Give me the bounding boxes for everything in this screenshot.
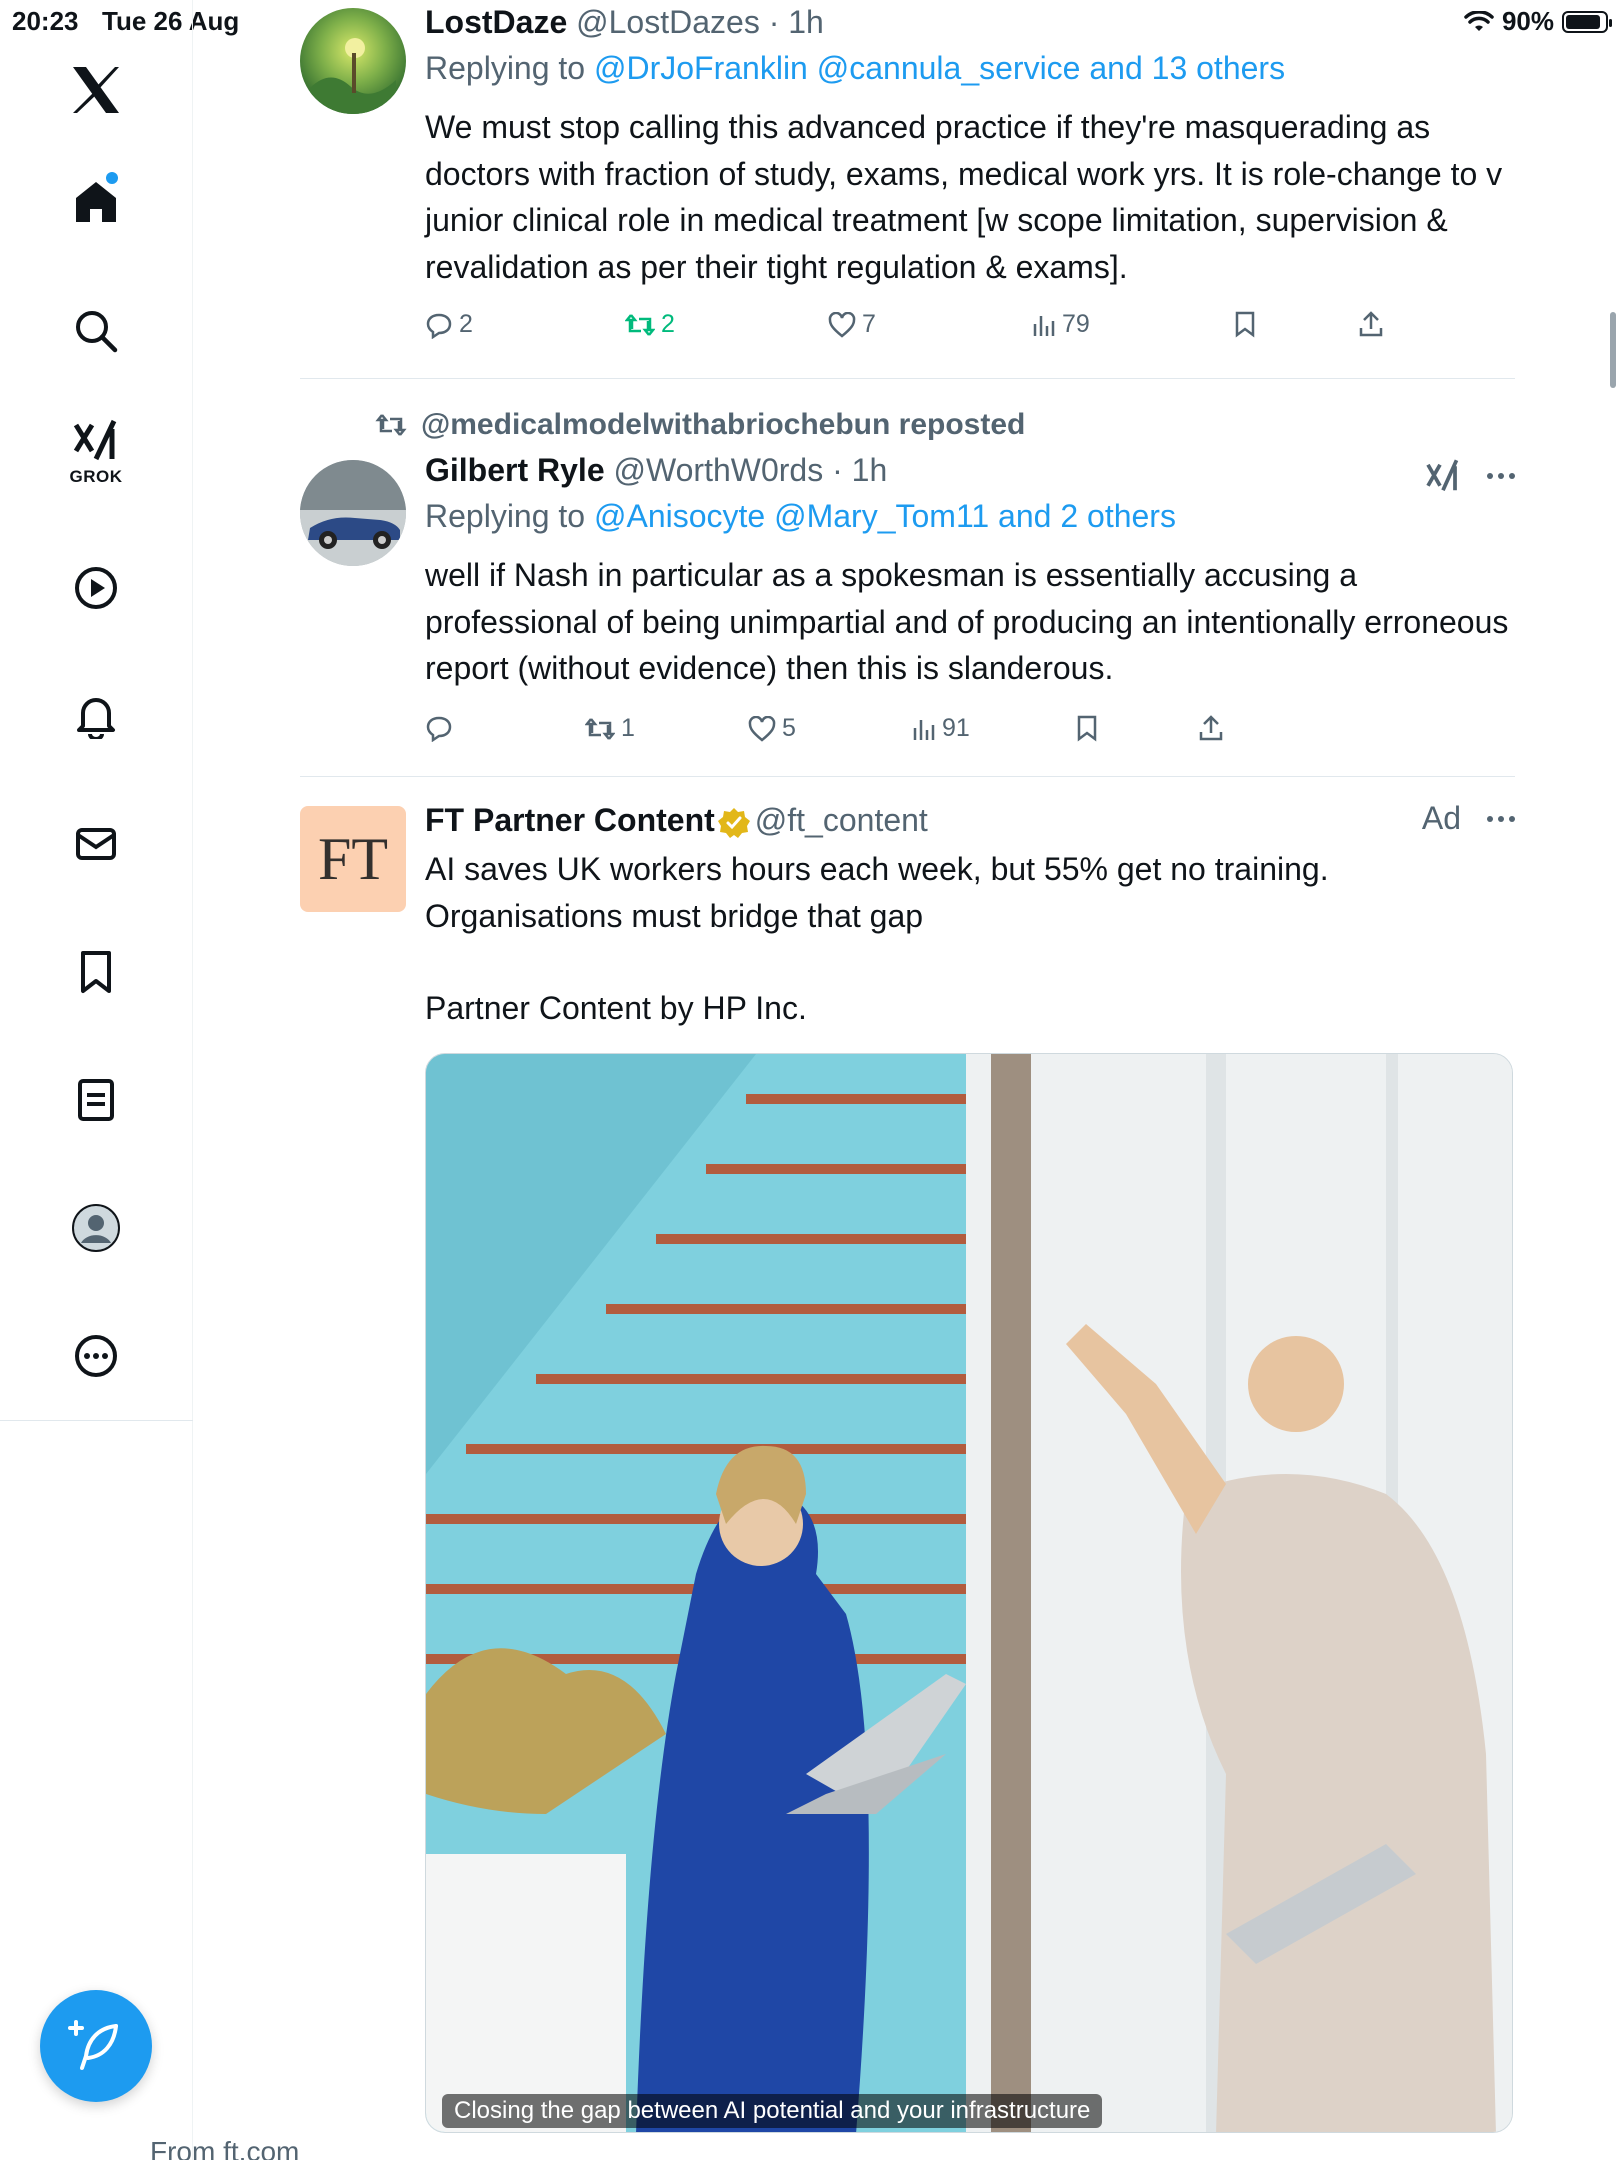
share-button[interactable] [1358,310,1384,338]
bookmark-icon [1235,311,1255,338]
ad-header: FT Partner Content @ft_content [425,798,1515,842]
verified-gold-badge-icon [717,807,750,838]
bookmark-button[interactable] [1075,714,1099,742]
tweet-actions: 1 5 91 [425,714,1515,754]
ad-text-line3: Partner Content by HP Inc. [425,990,807,1026]
tweet-text: We must stop calling this advanced pract… [425,109,1503,285]
like-count: 5 [782,714,796,742]
home-icon[interactable] [46,152,146,252]
scrollbar[interactable] [1610,312,1616,388]
reply-mentions[interactable]: @Anisocyte @Mary_Tom11 and 2 others [594,498,1176,534]
replying-to: Replying to @DrJoFranklin @cannula_servi… [425,46,1515,90]
ad-tweet[interactable]: FT Partner Content @ft_content AI saves U… [425,798,1515,1032]
tweet-divider [300,776,1515,777]
ft-logo-avatar[interactable]: FT [300,806,406,912]
more-icon[interactable] [46,1306,146,1406]
like-button[interactable]: 7 [828,310,876,339]
sidebar-divider [0,1420,193,1421]
heart-icon [828,311,856,338]
tweet-actions: 2 2 7 79 [425,310,1515,350]
avatar[interactable] [300,460,406,566]
ad-text-line2: Organisations must bridge that gap [425,897,924,934]
bookmark-button[interactable] [1233,310,1257,338]
tweet-header: Gilbert Ryle @WorthW0rds · 1h [425,448,1515,492]
replying-to-prefix: Replying to [425,498,594,534]
like-button[interactable]: 5 [748,714,796,743]
tweet-top-right [1425,458,1515,494]
repost-count: 1 [621,714,635,742]
heart-icon [748,715,776,742]
author-handle[interactable]: @LostDazes [576,4,760,40]
ad-media-image[interactable]: Closing the gap between AI potential and… [425,1053,1513,2133]
reply-button[interactable]: 2 [425,310,473,339]
grok-icon[interactable]: GROK [46,403,146,503]
author-name[interactable]: LostDaze [425,4,567,40]
timeline: LostDaze @LostDazes · 1h Replying to @Dr… [300,0,1515,2160]
views-button[interactable]: 79 [1032,310,1090,339]
home-notification-dot [106,172,118,184]
reply-count: 2 [459,310,473,338]
view-count: 79 [1062,310,1090,338]
share-icon [1199,715,1223,741]
reply-button[interactable] [425,714,459,742]
repost-icon [625,313,655,336]
reply-mentions[interactable]: @DrJoFranklin @cannula_service and 13 ot… [594,50,1285,86]
reply-icon [426,716,452,742]
header-separator: · [823,452,852,488]
bookmark-icon [1077,715,1097,742]
author-name[interactable]: Gilbert Ryle [425,452,605,488]
tweet-divider [300,378,1515,379]
post-time[interactable]: 1h [852,452,888,488]
repost-icon [585,717,615,740]
grok-explain-icon[interactable] [1425,458,1461,494]
repost-button[interactable]: 1 [585,714,635,743]
ad-text-line1: AI saves UK workers hours each week, but… [425,851,1329,887]
views-icon [913,719,935,740]
tweet-header: LostDaze @LostDazes · 1h [425,0,1515,44]
reposted-by-label: @medicalmodelwithabriochebun reposted [421,408,1026,441]
battery-icon [1562,10,1612,33]
profile-icon[interactable] [46,1178,146,1278]
sidebar: GROK [0,0,193,2160]
ad-label: Ad [1421,800,1461,836]
share-icon [1359,311,1383,337]
share-button[interactable] [1198,714,1224,742]
author-handle[interactable]: @WorthW0rds [614,452,824,488]
post-time[interactable]: 1h [788,4,824,40]
notifications-icon[interactable] [46,666,146,766]
ad-top-right: Ad [1422,800,1515,837]
grok-label: GROK [69,467,123,486]
more-options-icon[interactable] [1487,473,1515,479]
tweet-text: well if Nash in particular as a spokesma… [425,557,1509,686]
views-icon [1033,315,1055,336]
bookmarks-icon[interactable] [46,922,146,1022]
author-name[interactable]: FT Partner Content [425,802,715,838]
like-count: 7 [862,310,876,338]
replying-to-prefix: Replying to [425,50,594,86]
avatar[interactable] [300,8,406,114]
video-icon[interactable] [46,538,146,638]
lists-icon[interactable] [46,1050,146,1150]
repost-count: 2 [661,310,675,338]
reply-icon [426,313,452,339]
repost-icon [375,414,407,436]
repost-button[interactable]: 2 [625,310,675,339]
header-separator: · [759,4,789,40]
search-icon[interactable] [46,281,146,381]
author-handle[interactable]: @ft_content [755,802,928,838]
replying-to: Replying to @Anisocyte @Mary_Tom11 and 2… [425,494,1515,538]
x-app-screen: 20:23 Tue 26 Aug 90% GROK LostDaze @Lost… [0,0,1620,2160]
reposted-by[interactable]: @medicalmodelwithabriochebun reposted [375,408,1025,442]
view-count: 91 [942,714,970,742]
compose-post-button[interactable] [40,1990,152,2102]
more-options-icon[interactable] [1487,815,1515,822]
link-source[interactable]: From ft.com [150,2136,299,2160]
compose-feather-icon [68,2020,118,2070]
x-logo-icon[interactable] [46,40,146,140]
media-caption: Closing the gap between AI potential and… [442,2094,1103,2128]
messages-icon[interactable] [46,794,146,894]
views-button[interactable]: 91 [912,714,970,743]
